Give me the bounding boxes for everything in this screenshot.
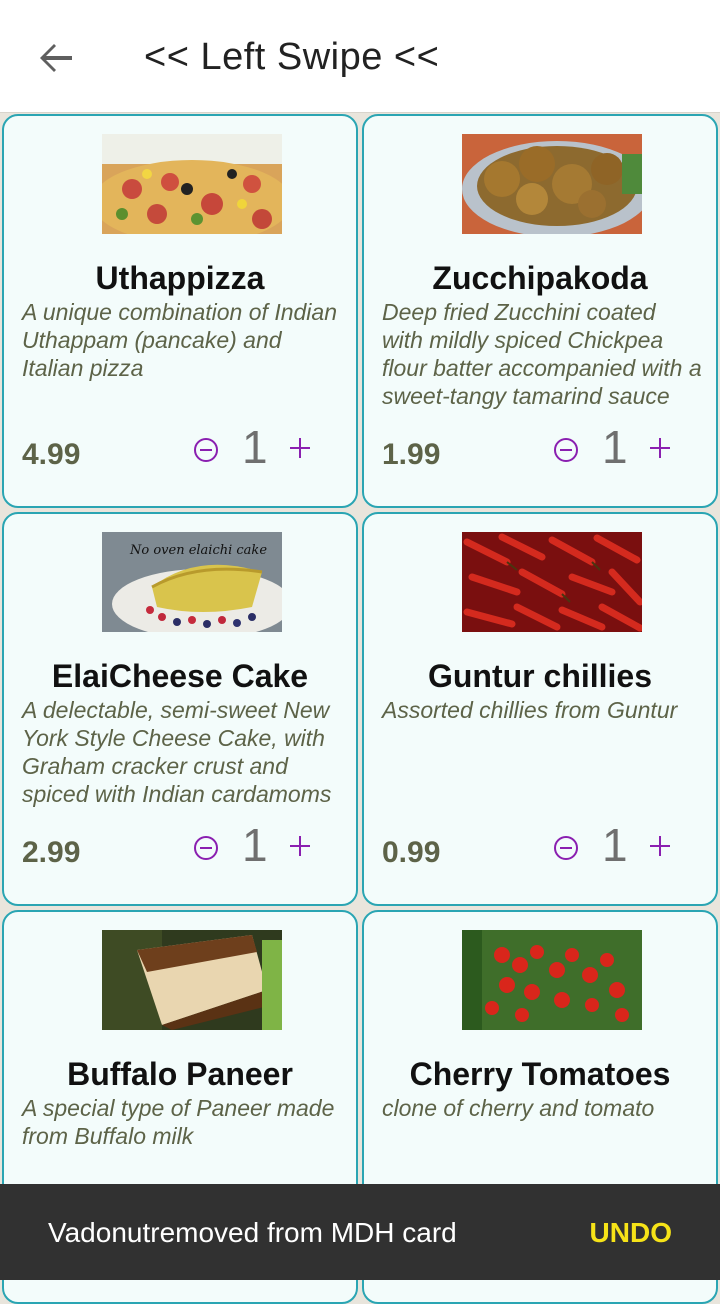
item-description: A unique combination of Indian Uthappam … — [22, 299, 337, 381]
menu-card-elaicheese-cake[interactable]: No oven elaichi cake ElaiCheese Cake A d… — [2, 512, 358, 906]
page-title: << Left Swipe << — [144, 36, 440, 78]
plus-icon[interactable] — [650, 836, 670, 856]
quantity-value: 1 — [602, 819, 628, 871]
minus-circle-icon[interactable] — [194, 438, 218, 462]
item-description: clone of cherry and tomato — [382, 1095, 655, 1121]
snackbar: Vadonutremoved from MDH card UNDO — [0, 1184, 720, 1280]
item-description: Deep fried Zucchini coated with mildly s… — [382, 299, 702, 409]
item-name: Guntur chillies — [427, 658, 653, 694]
snackbar-message: Vadonutremoved from MDH card — [48, 1217, 457, 1248]
tomatoes-image — [462, 930, 642, 1030]
item-description: A special type of Paneer made from Buffa… — [22, 1095, 335, 1149]
item-description: A delectable, semi-sweet New York Style … — [22, 697, 332, 807]
arrow-back-icon[interactable] — [32, 34, 80, 82]
pakoda-image — [462, 134, 642, 234]
item-price: 1.99 — [382, 438, 441, 471]
app-bar: << Left Swipe << — [0, 0, 720, 113]
paneer-image — [102, 930, 282, 1030]
item-description: Assorted chillies from Guntur — [382, 697, 678, 723]
item-name: Zucchipakoda — [432, 260, 648, 296]
item-name: Cherry Tomatoes — [409, 1056, 671, 1092]
item-price: 0.99 — [382, 836, 441, 869]
minus-circle-icon[interactable] — [194, 836, 218, 860]
item-price: 4.99 — [22, 438, 81, 471]
quantity-value: 1 — [242, 819, 268, 871]
menu-card-uthappizza[interactable]: Uthappizza A unique combination of India… — [2, 114, 358, 508]
menu-card-guntur-chillies[interactable]: Guntur chillies Assorted chillies from G… — [362, 512, 718, 906]
item-name: ElaiCheese Cake — [51, 658, 309, 694]
minus-circle-icon[interactable] — [554, 438, 578, 462]
plus-icon[interactable] — [290, 836, 310, 856]
item-name: Uthappizza — [95, 260, 265, 296]
quantity-value: 1 — [242, 421, 268, 473]
chillies-image — [462, 532, 642, 632]
plus-icon[interactable] — [290, 438, 310, 458]
item-price: 2.99 — [22, 836, 81, 869]
cake-image-caption: No oven elaichi cake — [129, 543, 267, 558]
pizza-image — [102, 134, 282, 234]
item-name: Buffalo Paneer — [67, 1056, 293, 1092]
menu-card-zucchipakoda[interactable]: Zucchipakoda Deep fried Zucchini coated … — [362, 114, 718, 508]
plus-icon[interactable] — [650, 438, 670, 458]
quantity-value: 1 — [602, 421, 628, 473]
minus-circle-icon[interactable] — [554, 836, 578, 860]
cake-image: No oven elaichi cake — [102, 532, 282, 632]
undo-button[interactable]: UNDO — [590, 1217, 672, 1249]
